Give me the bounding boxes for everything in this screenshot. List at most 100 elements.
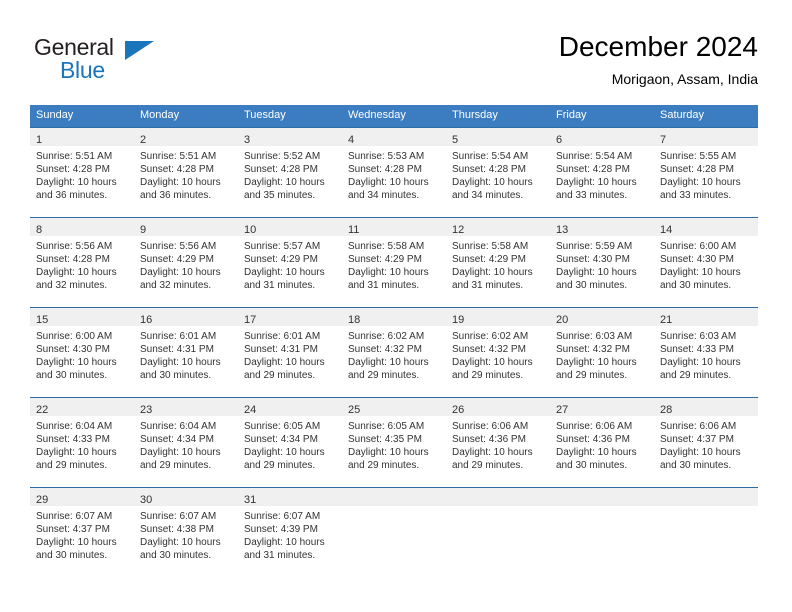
day-number: 30 — [140, 494, 153, 506]
calendar-day-cell[interactable]: 1 Sunrise: 5:51 AM Sunset: 4:28 PM Dayli… — [30, 127, 134, 217]
sunrise-text: Sunrise: 6:07 AM — [244, 511, 321, 522]
page-subtitle-location: Morigaon, Assam, India — [611, 71, 758, 87]
sunset-text: Sunset: 4:28 PM — [556, 164, 630, 175]
calendar-day-cell[interactable]: 12 Sunrise: 5:58 AM Sunset: 4:29 PM Dayl… — [446, 217, 550, 307]
calendar-day-cell[interactable]: 17 Sunrise: 6:01 AM Sunset: 4:31 PM Dayl… — [238, 307, 342, 397]
weekday-header-wednesday: Wednesday — [342, 105, 446, 127]
calendar-day-cell[interactable]: 8 Sunrise: 5:56 AM Sunset: 4:28 PM Dayli… — [30, 217, 134, 307]
daylight-text-line2: and 32 minutes. — [36, 280, 108, 291]
sunrise-text: Sunrise: 6:01 AM — [244, 331, 321, 342]
calendar-day-cell[interactable]: 25 Sunrise: 6:05 AM Sunset: 4:35 PM Dayl… — [342, 397, 446, 487]
calendar-day-cell[interactable]: 7 Sunrise: 5:55 AM Sunset: 4:28 PM Dayli… — [654, 127, 758, 217]
day-number: 14 — [660, 224, 673, 236]
daylight-text-line2: and 30 minutes. — [36, 370, 108, 381]
calendar-day-cell[interactable]: 6 Sunrise: 5:54 AM Sunset: 4:28 PM Dayli… — [550, 127, 654, 217]
calendar-day-cell[interactable]: 19 Sunrise: 6:02 AM Sunset: 4:32 PM Dayl… — [446, 307, 550, 397]
day-number: 6 — [556, 134, 563, 146]
sunrise-text: Sunrise: 5:54 AM — [452, 151, 529, 162]
daylight-text-line2: and 29 minutes. — [556, 370, 628, 381]
sunrise-text: Sunrise: 6:06 AM — [556, 421, 633, 432]
day-number: 24 — [244, 404, 257, 416]
day-number: 26 — [452, 404, 465, 416]
sunset-text: Sunset: 4:32 PM — [556, 344, 630, 355]
general-blue-logo[interactable]: General Blue — [34, 34, 164, 90]
calendar-day-cell-empty — [342, 487, 446, 577]
calendar-day-cell[interactable]: 28 Sunrise: 6:06 AM Sunset: 4:37 PM Dayl… — [654, 397, 758, 487]
daylight-text-line2: and 36 minutes. — [140, 190, 212, 201]
daylight-text-line1: Daylight: 10 hours — [36, 447, 117, 458]
calendar-day-cell[interactable]: 2 Sunrise: 5:51 AM Sunset: 4:28 PM Dayli… — [134, 127, 238, 217]
sunrise-text: Sunrise: 5:53 AM — [348, 151, 425, 162]
sunrise-text: Sunrise: 6:07 AM — [36, 511, 113, 522]
calendar-week-row: 22 Sunrise: 6:04 AM Sunset: 4:33 PM Dayl… — [30, 397, 758, 487]
calendar-day-cell[interactable]: 21 Sunrise: 6:03 AM Sunset: 4:33 PM Dayl… — [654, 307, 758, 397]
sunset-text: Sunset: 4:35 PM — [348, 434, 422, 445]
calendar-day-cell[interactable]: 30 Sunrise: 6:07 AM Sunset: 4:38 PM Dayl… — [134, 487, 238, 577]
calendar-day-cell[interactable]: 5 Sunrise: 5:54 AM Sunset: 4:28 PM Dayli… — [446, 127, 550, 217]
daylight-text-line2: and 36 minutes. — [36, 190, 108, 201]
daylight-text-line2: and 29 minutes. — [244, 370, 316, 381]
calendar-day-cell[interactable]: 15 Sunrise: 6:00 AM Sunset: 4:30 PM Dayl… — [30, 307, 134, 397]
sunrise-text: Sunrise: 6:07 AM — [140, 511, 217, 522]
daylight-text-line1: Daylight: 10 hours — [140, 537, 221, 548]
calendar-day-cell[interactable]: 22 Sunrise: 6:04 AM Sunset: 4:33 PM Dayl… — [30, 397, 134, 487]
calendar-day-cell[interactable]: 31 Sunrise: 6:07 AM Sunset: 4:39 PM Dayl… — [238, 487, 342, 577]
calendar-day-cell[interactable]: 10 Sunrise: 5:57 AM Sunset: 4:29 PM Dayl… — [238, 217, 342, 307]
day-number: 28 — [660, 404, 673, 416]
logo-triangle-icon — [125, 41, 154, 60]
sunset-text: Sunset: 4:33 PM — [660, 344, 734, 355]
day-number: 31 — [244, 494, 257, 506]
daylight-text-line1: Daylight: 10 hours — [660, 357, 741, 368]
daylight-text-line2: and 29 minutes. — [36, 460, 108, 471]
calendar-day-cell[interactable]: 23 Sunrise: 6:04 AM Sunset: 4:34 PM Dayl… — [134, 397, 238, 487]
sunrise-text: Sunrise: 6:04 AM — [36, 421, 113, 432]
calendar-day-cell-empty — [446, 487, 550, 577]
weekday-header-friday: Friday — [550, 105, 654, 127]
calendar-day-cell[interactable]: 4 Sunrise: 5:53 AM Sunset: 4:28 PM Dayli… — [342, 127, 446, 217]
calendar-day-cell[interactable]: 27 Sunrise: 6:06 AM Sunset: 4:36 PM Dayl… — [550, 397, 654, 487]
daylight-text-line1: Daylight: 10 hours — [36, 537, 117, 548]
calendar-day-cell[interactable]: 16 Sunrise: 6:01 AM Sunset: 4:31 PM Dayl… — [134, 307, 238, 397]
calendar-day-cell-empty — [550, 487, 654, 577]
calendar-day-cell[interactable]: 18 Sunrise: 6:02 AM Sunset: 4:32 PM Dayl… — [342, 307, 446, 397]
calendar-day-cell[interactable]: 20 Sunrise: 6:03 AM Sunset: 4:32 PM Dayl… — [550, 307, 654, 397]
daylight-text-line1: Daylight: 10 hours — [660, 267, 741, 278]
daylight-text-line1: Daylight: 10 hours — [556, 267, 637, 278]
calendar-day-cell[interactable]: 11 Sunrise: 5:58 AM Sunset: 4:29 PM Dayl… — [342, 217, 446, 307]
sunrise-text: Sunrise: 5:55 AM — [660, 151, 737, 162]
sunrise-text: Sunrise: 6:06 AM — [660, 421, 737, 432]
day-number: 2 — [140, 134, 147, 146]
day-number: 8 — [36, 224, 43, 236]
sunset-text: Sunset: 4:28 PM — [36, 164, 110, 175]
calendar-day-cell[interactable]: 9 Sunrise: 5:56 AM Sunset: 4:29 PM Dayli… — [134, 217, 238, 307]
daylight-text-line1: Daylight: 10 hours — [348, 447, 429, 458]
day-number: 20 — [556, 314, 569, 326]
sunrise-text: Sunrise: 6:04 AM — [140, 421, 217, 432]
sunrise-text: Sunrise: 5:56 AM — [140, 241, 217, 252]
page-title: December 2024 — [558, 31, 758, 62]
calendar-day-cell[interactable]: 29 Sunrise: 6:07 AM Sunset: 4:37 PM Dayl… — [30, 487, 134, 577]
calendar-day-cell[interactable]: 26 Sunrise: 6:06 AM Sunset: 4:36 PM Dayl… — [446, 397, 550, 487]
daylight-text-line1: Daylight: 10 hours — [452, 267, 533, 278]
day-number: 15 — [36, 314, 49, 326]
sunset-text: Sunset: 4:31 PM — [244, 344, 318, 355]
day-number: 23 — [140, 404, 153, 416]
title-block: December 2024 Morigaon, Assam, India — [559, 30, 758, 89]
daylight-text-line2: and 32 minutes. — [140, 280, 212, 291]
sunset-text: Sunset: 4:39 PM — [244, 524, 318, 535]
weekday-header-saturday: Saturday — [654, 105, 758, 127]
calendar-day-cell[interactable]: 24 Sunrise: 6:05 AM Sunset: 4:34 PM Dayl… — [238, 397, 342, 487]
daylight-text-line2: and 31 minutes. — [348, 280, 420, 291]
daylight-text-line2: and 33 minutes. — [556, 190, 628, 201]
sunrise-text: Sunrise: 6:05 AM — [348, 421, 425, 432]
calendar-header-row-group: Sunday Monday Tuesday Wednesday Thursday… — [30, 105, 758, 127]
calendar-day-cell[interactable]: 3 Sunrise: 5:52 AM Sunset: 4:28 PM Dayli… — [238, 127, 342, 217]
calendar-day-cell[interactable]: 14 Sunrise: 6:00 AM Sunset: 4:30 PM Dayl… — [654, 217, 758, 307]
sunrise-text: Sunrise: 6:02 AM — [452, 331, 529, 342]
calendar-day-cell[interactable]: 13 Sunrise: 5:59 AM Sunset: 4:30 PM Dayl… — [550, 217, 654, 307]
daylight-text-line1: Daylight: 10 hours — [556, 357, 637, 368]
daylight-text-line2: and 35 minutes. — [244, 190, 316, 201]
daylight-text-line2: and 30 minutes. — [660, 460, 732, 471]
daylight-text-line2: and 29 minutes. — [348, 460, 420, 471]
weekday-header-tuesday: Tuesday — [238, 105, 342, 127]
